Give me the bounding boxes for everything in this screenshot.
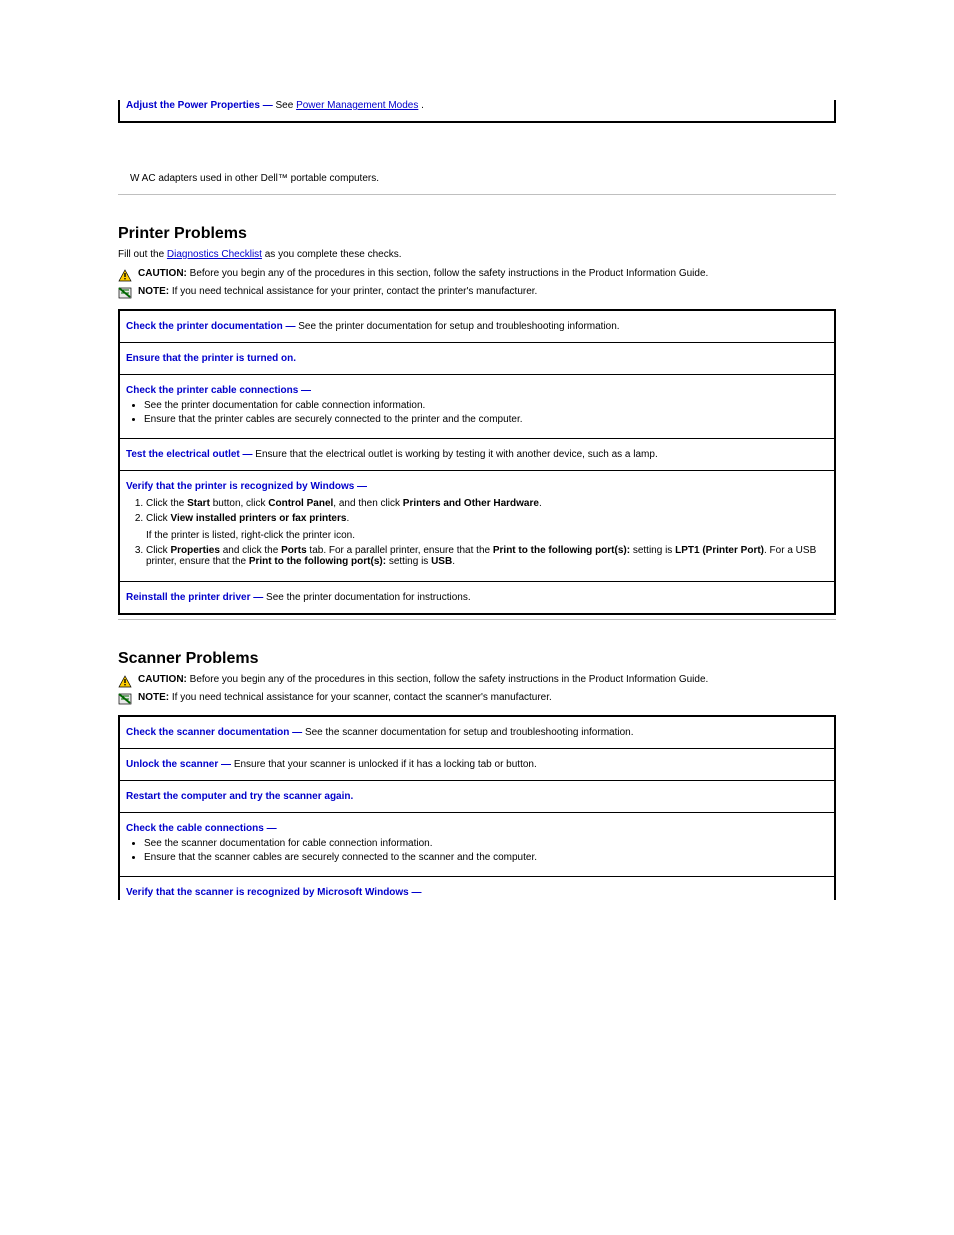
cell-title: Check the cable connections — <box>126 823 277 834</box>
printer-note-text: NOTE: If you need technical assistance f… <box>138 286 537 297</box>
printer-problems-heading: Printer Problems <box>118 225 836 243</box>
caution-label: CAUTION: <box>138 674 190 685</box>
cell-title: Test the electrical outlet — <box>126 449 253 460</box>
printer-caution-row: CAUTION: Before you begin any of the pro… <box>118 268 836 282</box>
cell-title: Check the printer documentation — <box>126 321 295 332</box>
list-item: Click Properties and click the Ports tab… <box>146 545 828 567</box>
table-row: Ensure that the printer is turned on. <box>119 343 835 375</box>
power-management-modes-link[interactable]: Power Management Modes <box>296 100 418 111</box>
table-row: Check the cable connections — See the sc… <box>119 813 835 877</box>
note-label: NOTE: <box>138 692 172 703</box>
list-item: Ensure that the scanner cables are secur… <box>144 852 828 863</box>
adjust-power-title: Adjust the Power Properties — <box>126 100 273 111</box>
printer-note-row: NOTE: If you need technical assistance f… <box>118 286 836 299</box>
scanner-note-text: NOTE: If you need technical assistance f… <box>138 692 552 703</box>
note-body: If you need technical assistance for you… <box>172 692 552 703</box>
top-trailing-box: Adjust the Power Properties — See Power … <box>118 100 836 123</box>
note-icon <box>118 286 132 299</box>
list-item: Ensure that the printer cables are secur… <box>144 414 828 425</box>
list-item: Click View installed printers or fax pri… <box>146 513 828 541</box>
cell-title: Ensure that the printer is turned on. <box>126 353 296 364</box>
fill-suffix: as you complete these checks. <box>265 249 402 260</box>
caution-body: Before you begin any of the procedures i… <box>190 674 709 685</box>
cell-title: Check the printer cable connections — <box>126 385 311 396</box>
table-row: Test the electrical outlet — Ensure that… <box>119 439 835 471</box>
scanner-problems-heading: Scanner Problems <box>118 650 836 668</box>
table-row: Check the printer cable connections — Se… <box>119 375 835 439</box>
cell-title: Verify that the scanner is recognized by… <box>126 887 422 898</box>
list-item: See the scanner documentation for cable … <box>144 838 828 849</box>
table-row: Restart the computer and try the scanner… <box>119 781 835 813</box>
cell-body: See the scanner documentation for setup … <box>305 727 634 738</box>
cell-body: See the printer documentation for setup … <box>298 321 619 332</box>
scanner-trouble-table: Check the scanner documentation — See th… <box>118 715 836 900</box>
note-label: NOTE: <box>138 286 172 297</box>
caution-icon <box>118 268 132 282</box>
note-icon <box>118 692 132 705</box>
divider <box>118 619 836 620</box>
cell-title: Restart the computer and try the scanner… <box>126 791 353 802</box>
list-item: Click the Start button, click Control Pa… <box>146 498 828 509</box>
table-row: Verify that the scanner is recognized by… <box>119 877 835 901</box>
table-row: Check the scanner documentation — See th… <box>119 716 835 749</box>
scanner-caution-text: CAUTION: Before you begin any of the pro… <box>138 674 708 685</box>
ac-adapter-note: W AC adapters used in other Dell™ portab… <box>130 173 836 184</box>
cell-body: Ensure that the electrical outlet is wor… <box>255 449 657 460</box>
printer-trouble-table: Check the printer documentation — See th… <box>118 309 836 615</box>
adjust-power-see: See <box>275 100 296 111</box>
divider <box>118 194 836 195</box>
scanner-caution-row: CAUTION: Before you begin any of the pro… <box>118 674 836 688</box>
caution-body: Before you begin any of the procedures i… <box>190 268 709 279</box>
scanner-note-row: NOTE: If you need technical assistance f… <box>118 692 836 705</box>
cell-body: Ensure that your scanner is unlocked if … <box>234 759 537 770</box>
cell-title: Reinstall the printer driver — <box>126 592 263 603</box>
printer-fill-line: Fill out the Diagnostics Checklist as yo… <box>118 249 836 260</box>
cell-title: Check the scanner documentation — <box>126 727 302 738</box>
note-body: If you need technical assistance for you… <box>172 286 537 297</box>
diagnostics-checklist-link[interactable]: Diagnostics Checklist <box>167 249 262 260</box>
table-row: Reinstall the printer driver — See the p… <box>119 582 835 615</box>
list-item: See the printer documentation for cable … <box>144 400 828 411</box>
cell-title: Verify that the printer is recognized by… <box>126 481 367 492</box>
fill-prefix: Fill out the <box>118 249 167 260</box>
adjust-power-period: . <box>421 100 424 111</box>
caution-label: CAUTION: <box>138 268 190 279</box>
table-row: Verify that the printer is recognized by… <box>119 471 835 582</box>
printer-caution-text: CAUTION: Before you begin any of the pro… <box>138 268 708 279</box>
caution-icon <box>118 674 132 688</box>
table-row: Unlock the scanner — Ensure that your sc… <box>119 749 835 781</box>
cell-title: Unlock the scanner — <box>126 759 231 770</box>
cell-body: See the printer documentation for instru… <box>266 592 471 603</box>
table-row: Check the printer documentation — See th… <box>119 310 835 343</box>
